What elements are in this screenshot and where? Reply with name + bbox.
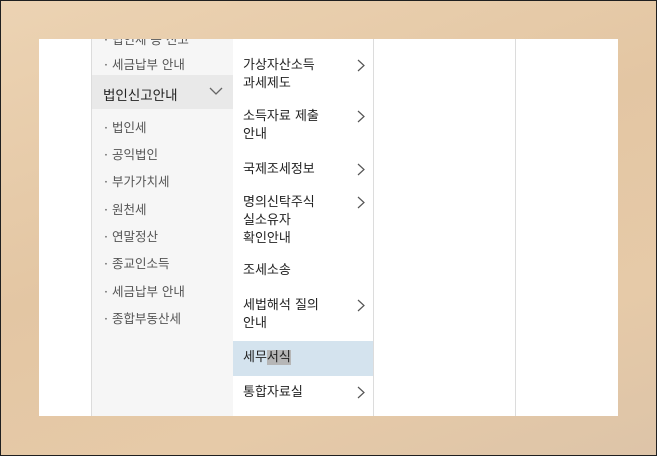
menu-item-tax-forms[interactable]: 세무서식 xyxy=(233,341,373,376)
menu-item-international-tax[interactable]: 국제조세정보 xyxy=(233,157,373,187)
menu-item-integrated-archive[interactable]: 통합자료실 xyxy=(233,382,373,412)
selected-text: 서식 xyxy=(266,350,291,365)
submenu-item-comprehensive-property-tax[interactable]: · 종합부동산세 xyxy=(104,308,181,327)
group-corporate-filing[interactable]: 법인신고안내 xyxy=(92,75,233,109)
chevron-right-icon xyxy=(357,110,365,123)
chevron-right-icon xyxy=(357,163,365,176)
right-empty-column xyxy=(374,39,516,416)
menu-item-label: 조세소송 xyxy=(243,263,291,278)
menu-item-label: 안내 xyxy=(243,316,267,331)
submenu-item-public-interest-corp[interactable]: · 공익법인 xyxy=(104,144,158,163)
menu-item-nominee-stock[interactable]: 명의신탁주식 실소유자 확인안내 xyxy=(233,190,373,250)
menu-item-label: 세법해석 질의 xyxy=(243,298,319,313)
submenu-item-tax-payment-prev[interactable]: · 세금납부 안내 xyxy=(104,54,185,73)
submenu-item-tax-payment[interactable]: · 세금납부 안내 xyxy=(104,281,185,300)
menu-item-label: 과세제도 xyxy=(243,76,291,91)
menu-item-label: 안내 xyxy=(243,127,267,142)
submenu-item-cut-off[interactable]: · 법인세 등 신고 xyxy=(104,39,189,48)
left-submenu-column: · 법인세 등 신고 · 세금납부 안내 법인신고안내 · 법인세 · 공익법인… xyxy=(91,39,234,416)
chevron-right-icon xyxy=(357,59,365,72)
chevron-down-icon xyxy=(209,87,223,95)
mega-menu-panel: · 법인세 등 신고 · 세금납부 안내 법인신고안내 · 법인세 · 공익법인… xyxy=(39,39,618,416)
menu-item-label: 국제조세정보 xyxy=(243,162,315,177)
menu-item-label: 통합자료실 xyxy=(243,385,303,400)
chevron-right-icon xyxy=(357,299,365,312)
mid-menu-column: 가상자산소득 과세제도 소득자료 제출 안내 국제조세정보 명의신탁주식 실소유… xyxy=(233,39,374,416)
menu-item-label: 실소유자 xyxy=(243,213,291,228)
menu-item-label: 명의신탁주식 xyxy=(243,195,315,210)
menu-item-tax-law-interpretation[interactable]: 세법해석 질의 안내 xyxy=(233,293,373,337)
menu-item-tax-litigation[interactable]: 조세소송 xyxy=(233,259,373,289)
submenu-item-religious-income[interactable]: · 종교인소득 xyxy=(104,253,169,272)
submenu-item-year-end-settlement[interactable]: · 연말정산 xyxy=(104,226,158,245)
submenu-item-vat[interactable]: · 부가가치세 xyxy=(104,171,169,190)
menu-item-label: 세무서식 xyxy=(243,350,291,365)
menu-item-virtual-asset-tax[interactable]: 가상자산소득 과세제도 xyxy=(233,53,373,97)
chevron-right-icon xyxy=(357,196,365,209)
chevron-right-icon xyxy=(357,386,365,399)
menu-item-label: 가상자산소득 xyxy=(243,58,315,73)
menu-item-label: 확인안내 xyxy=(243,231,291,246)
group-corporate-filing-label: 법인신고안내 xyxy=(103,88,178,104)
submenu-item-corporate-tax[interactable]: · 법인세 xyxy=(104,117,146,136)
menu-item-label: 소득자료 제출 xyxy=(243,109,319,124)
submenu-item-withholding-tax[interactable]: · 원천세 xyxy=(104,199,146,218)
menu-item-income-data-submission[interactable]: 소득자료 제출 안내 xyxy=(233,104,373,148)
